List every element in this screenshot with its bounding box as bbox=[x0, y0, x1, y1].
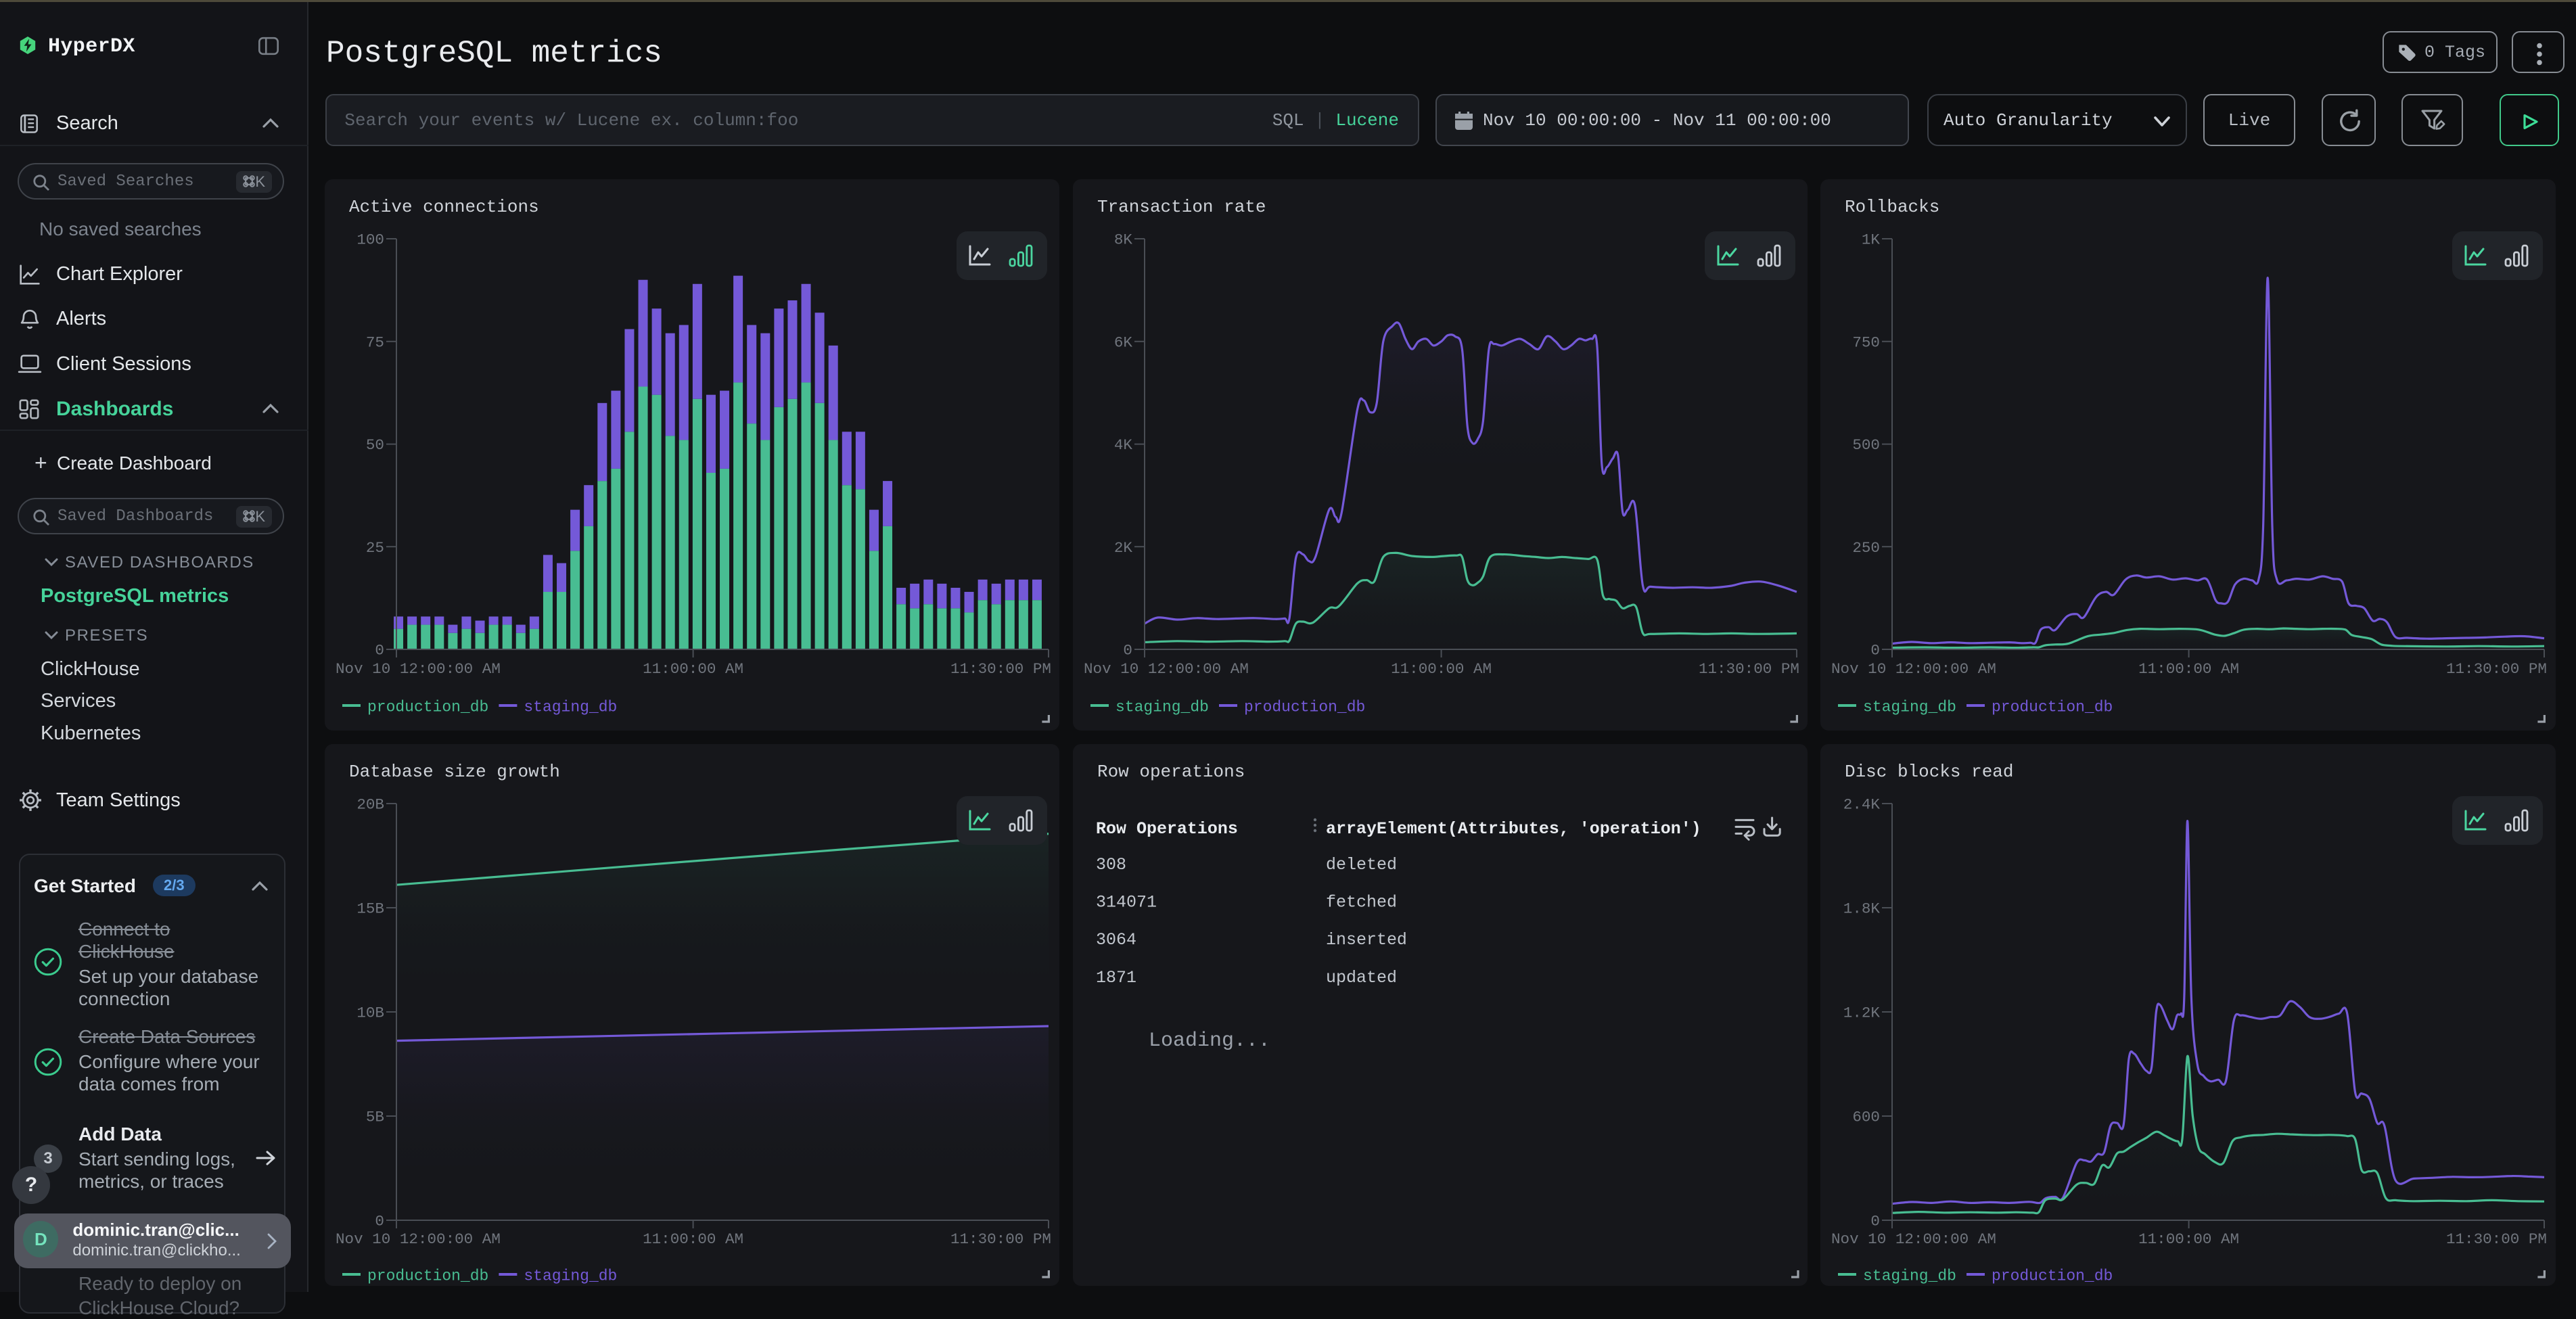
svg-text:production_db: production_db bbox=[367, 1268, 488, 1285]
svg-text:updated: updated bbox=[1326, 968, 1397, 988]
svg-text:11:00:00 AM: 11:00:00 AM bbox=[643, 1230, 743, 1248]
svg-text:production_db: production_db bbox=[1992, 699, 2113, 716]
svg-text:production_db: production_db bbox=[1244, 699, 1365, 716]
svg-text:0: 0 bbox=[1871, 1213, 1881, 1230]
svg-text:staging_db: staging_db bbox=[1863, 1268, 1956, 1285]
svg-text:Nov 10 12:00:00 AM: Nov 10 12:00:00 AM bbox=[1831, 660, 1996, 678]
svg-text:inserted: inserted bbox=[1326, 930, 1407, 950]
svg-text:314071: 314071 bbox=[1096, 893, 1157, 912]
svg-text:1K: 1K bbox=[1862, 231, 1881, 249]
svg-text:11:00:00 AM: 11:00:00 AM bbox=[643, 660, 743, 678]
svg-text:250: 250 bbox=[1853, 539, 1881, 557]
svg-text:4K: 4K bbox=[1113, 436, 1132, 454]
svg-text:1.2K: 1.2K bbox=[1843, 1004, 1881, 1022]
svg-text:11:30:00 PM: 11:30:00 PM bbox=[2446, 660, 2547, 678]
svg-text:production_db: production_db bbox=[367, 699, 488, 716]
svg-text:11:00:00 AM: 11:00:00 AM bbox=[1391, 660, 1492, 678]
svg-text:2.4K: 2.4K bbox=[1843, 796, 1881, 814]
svg-text:2K: 2K bbox=[1113, 539, 1132, 557]
svg-text:Rollbacks: Rollbacks bbox=[1845, 197, 1939, 217]
svg-text:8K: 8K bbox=[1113, 231, 1132, 249]
svg-text:deleted: deleted bbox=[1326, 855, 1397, 875]
svg-text:5B: 5B bbox=[366, 1109, 384, 1126]
svg-text:1.8K: 1.8K bbox=[1843, 900, 1881, 918]
svg-text:production_db: production_db bbox=[1992, 1268, 2113, 1285]
svg-text:staging_db: staging_db bbox=[1863, 699, 1956, 716]
svg-text:11:30:00 PM: 11:30:00 PM bbox=[2446, 1230, 2547, 1248]
svg-text:Disc blocks read: Disc blocks read bbox=[1845, 762, 2014, 782]
svg-text:Transaction rate: Transaction rate bbox=[1097, 197, 1266, 217]
svg-text:11:30:00 PM: 11:30:00 PM bbox=[950, 1230, 1051, 1248]
svg-text:Row Operations: Row Operations bbox=[1096, 819, 1238, 839]
svg-text:15B: 15B bbox=[356, 900, 384, 918]
svg-text:10B: 10B bbox=[356, 1004, 384, 1022]
svg-text:3064: 3064 bbox=[1096, 930, 1136, 950]
svg-text:308: 308 bbox=[1096, 855, 1126, 875]
svg-text:arrayElement(Attributes, 'oper: arrayElement(Attributes, 'operation') bbox=[1326, 819, 1701, 839]
svg-text:staging_db: staging_db bbox=[1116, 699, 1209, 716]
svg-text:6K: 6K bbox=[1113, 333, 1132, 351]
svg-text:75: 75 bbox=[366, 333, 384, 351]
svg-text:Row operations: Row operations bbox=[1097, 762, 1245, 782]
svg-text:0: 0 bbox=[1123, 642, 1132, 660]
svg-text:0: 0 bbox=[1871, 642, 1881, 660]
svg-text:11:00:00 AM: 11:00:00 AM bbox=[2138, 1230, 2239, 1248]
svg-text:20B: 20B bbox=[356, 796, 384, 814]
svg-text:Nov 10 12:00:00 AM: Nov 10 12:00:00 AM bbox=[1084, 660, 1249, 678]
svg-text:Nov 10 12:00:00 AM: Nov 10 12:00:00 AM bbox=[336, 1230, 501, 1248]
svg-text:0: 0 bbox=[375, 1213, 384, 1230]
svg-text:Nov 10 12:00:00 AM: Nov 10 12:00:00 AM bbox=[336, 660, 501, 678]
svg-text:11:00:00 AM: 11:00:00 AM bbox=[2138, 660, 2239, 678]
svg-text:Database size growth: Database size growth bbox=[349, 762, 560, 782]
svg-text:11:30:00 PM: 11:30:00 PM bbox=[950, 660, 1051, 678]
svg-text:0: 0 bbox=[375, 642, 384, 660]
svg-text:25: 25 bbox=[366, 539, 384, 557]
svg-text:Active connections: Active connections bbox=[349, 197, 539, 217]
svg-text:11:30:00 PM: 11:30:00 PM bbox=[1699, 660, 1799, 678]
svg-text:staging_db: staging_db bbox=[524, 699, 617, 716]
svg-text:750: 750 bbox=[1853, 333, 1881, 351]
svg-text:100: 100 bbox=[356, 231, 384, 249]
svg-text:1871: 1871 bbox=[1096, 968, 1136, 988]
svg-text:fetched: fetched bbox=[1326, 893, 1397, 912]
svg-text:50: 50 bbox=[366, 436, 384, 454]
svg-text:Nov 10 12:00:00 AM: Nov 10 12:00:00 AM bbox=[1831, 1230, 1996, 1248]
svg-text:500: 500 bbox=[1853, 436, 1881, 454]
svg-text:staging_db: staging_db bbox=[524, 1268, 617, 1285]
svg-text:Loading...: Loading... bbox=[1149, 1029, 1270, 1052]
svg-text:600: 600 bbox=[1853, 1109, 1881, 1126]
